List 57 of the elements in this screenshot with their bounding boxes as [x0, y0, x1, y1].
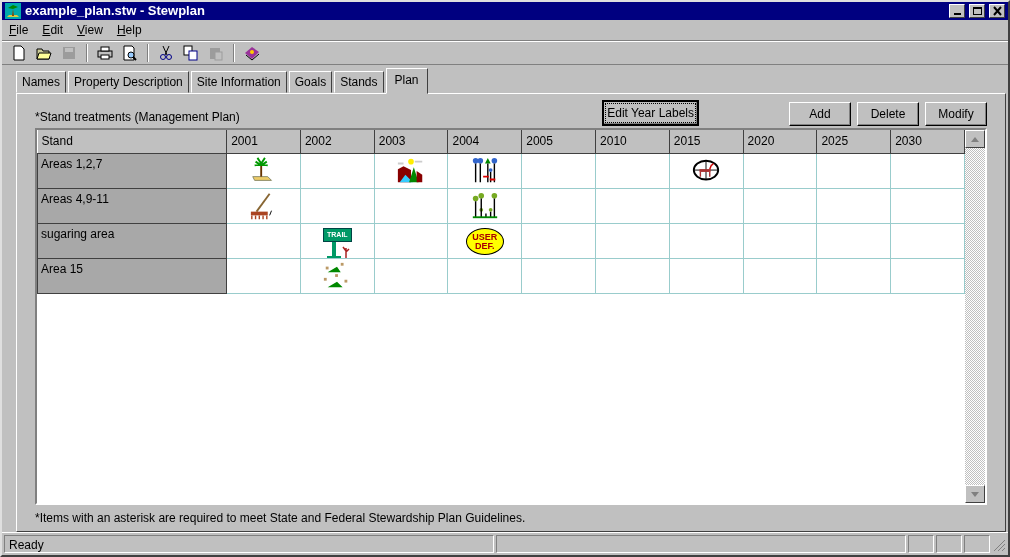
printer-icon [97, 45, 113, 61]
up-arrow-icon [971, 136, 979, 142]
stand-name[interactable]: sugaring area [37, 223, 227, 259]
maximize-icon [971, 6, 983, 16]
minimize-icon [953, 13, 961, 15]
stand-name[interactable]: Area 15 [37, 258, 227, 294]
column-header: 2015 [669, 130, 744, 153]
book-icon [244, 45, 260, 61]
maximize-button[interactable] [969, 4, 985, 18]
column-header: 2025 [816, 130, 891, 153]
scroll-up-button[interactable] [965, 130, 985, 148]
tab[interactable]: Plan [385, 68, 428, 94]
clipboard-icon [208, 45, 224, 61]
column-header: 2002 [300, 130, 375, 153]
tab[interactable]: Property Description [68, 71, 189, 93]
window-title: example_plan.stw - Stewplan [25, 2, 206, 21]
column-header: 2010 [595, 130, 670, 153]
print-preview-icon [122, 45, 138, 61]
menu-item[interactable]: Edit [41, 21, 65, 39]
palm-tree-icon [5, 3, 21, 19]
column-header: 2005 [521, 130, 596, 153]
stand-name[interactable]: Areas 1,2,7 [37, 153, 227, 188]
copy-icon [183, 45, 199, 61]
action-button[interactable]: Add [789, 102, 851, 126]
close-button[interactable] [989, 4, 1005, 18]
status-pane [964, 535, 990, 553]
menu-item[interactable]: File [8, 21, 30, 39]
scroll-down-button[interactable] [965, 485, 985, 503]
tab[interactable]: Names [16, 71, 66, 93]
column-header: Stand [37, 130, 227, 153]
status-text: Ready [4, 535, 494, 553]
down-arrow-icon [971, 491, 979, 497]
tab[interactable]: Goals [288, 71, 333, 93]
column-header: 2020 [743, 130, 817, 153]
action-button[interactable]: Modify [925, 102, 987, 126]
column-header: 2004 [448, 130, 522, 153]
menu-item[interactable]: View [76, 21, 104, 39]
tab[interactable]: Site Information [190, 71, 287, 93]
menu-item[interactable]: Help [115, 21, 143, 39]
edit-year-labels-button[interactable]: Edit Year Labels [602, 100, 699, 126]
user-defined-badge: USER DEF. [465, 228, 504, 255]
new-document-icon [11, 45, 27, 61]
close-icon [991, 6, 1003, 16]
scissors-icon [158, 45, 174, 61]
column-header: 2003 [374, 130, 448, 153]
minimize-button[interactable] [949, 4, 965, 18]
stand-name[interactable]: Areas 4,9-11 [37, 188, 227, 223]
folder-icon [36, 45, 52, 61]
action-button[interactable]: Delete [857, 102, 919, 126]
tab[interactable]: Stands [334, 71, 384, 93]
column-header: 2001 [226, 130, 301, 153]
column-header: 2030 [890, 130, 965, 153]
status-pane [936, 535, 962, 553]
printer-button[interactable] [94, 43, 116, 63]
footnote-text: *Items with an asterisk are required to meet State and Federal Stewardship Plan Guidelines. [35, 510, 527, 527]
status-pane [908, 535, 934, 553]
caption-text: *Stand treatments (Management Plan) [35, 109, 240, 126]
